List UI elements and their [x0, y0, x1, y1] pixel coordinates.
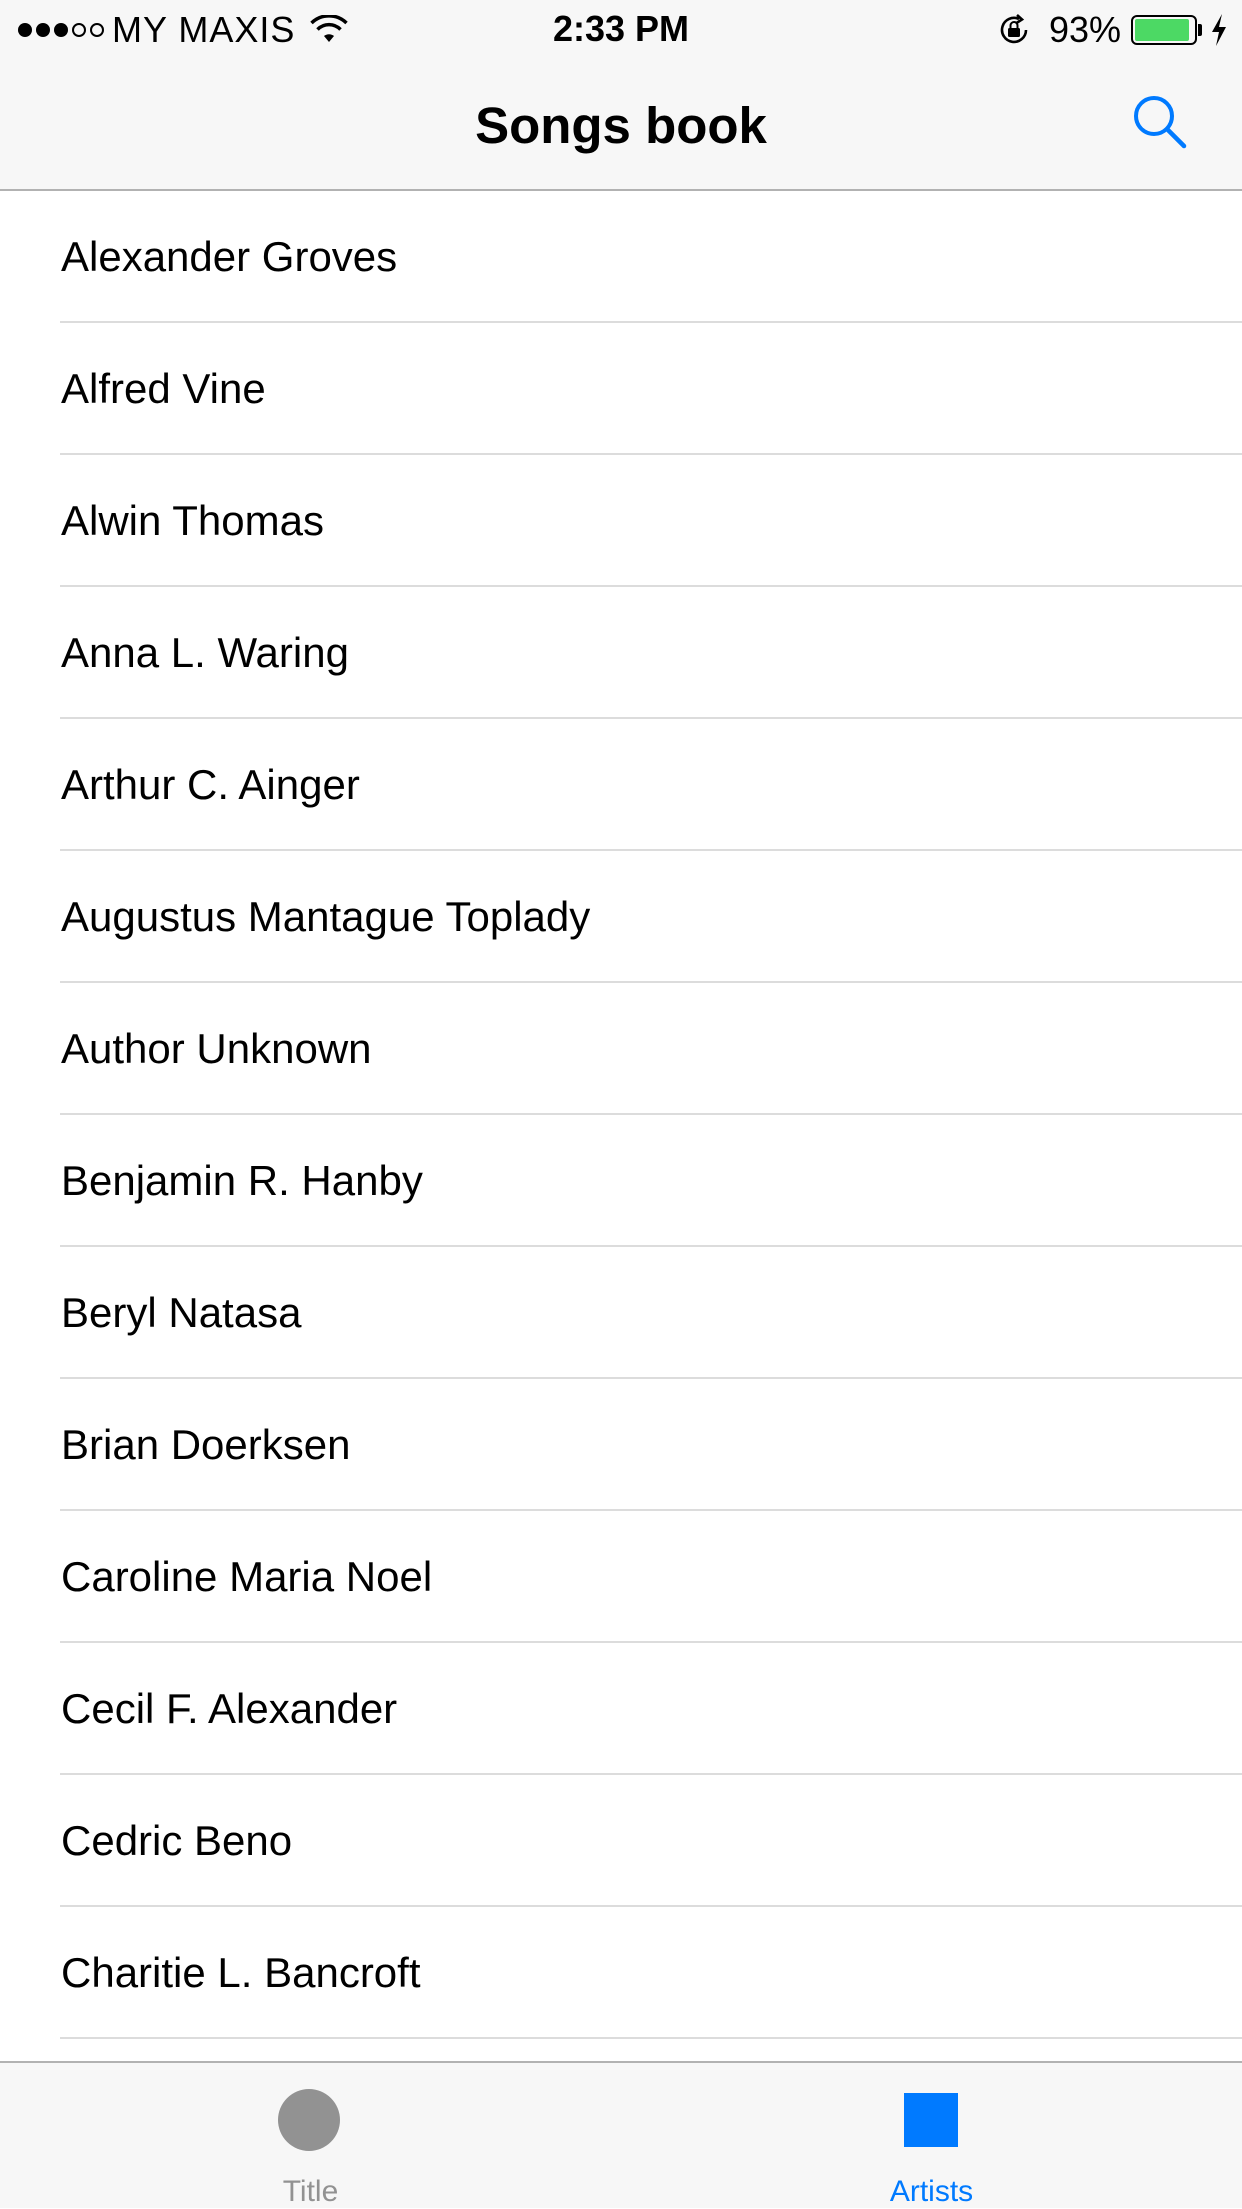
list-item[interactable]: Anna L. Waring: [0, 587, 1242, 719]
charging-bolt-icon: [1212, 14, 1226, 46]
list-item[interactable]: Caroline Maria Noel: [0, 1511, 1242, 1643]
artist-name: Brian Doerksen: [61, 1421, 351, 1468]
artist-name: Caroline Maria Noel: [61, 1553, 433, 1600]
status-bar: MY MAXIS 2:33 PM 93%: [0, 0, 1242, 60]
rotation-lock-icon: [1000, 14, 1028, 44]
navigation-bar: Songs book: [0, 60, 1242, 191]
artist-name: Augustus Mantague Toplady: [61, 893, 591, 940]
list-item[interactable]: Author Unknown: [0, 983, 1242, 1115]
tab-label: Artists: [889, 2175, 974, 2208]
battery-tip: [1198, 24, 1202, 36]
battery-icon: [1131, 15, 1197, 45]
list-item[interactable]: Cecil F. Alexander: [0, 1643, 1242, 1775]
square-icon: [904, 2093, 958, 2147]
artist-name: Alfred Vine: [61, 365, 266, 412]
status-right: 93%: [997, 9, 1228, 50]
battery-percent: 93%: [1048, 9, 1121, 50]
artist-name: Anna L. Waring: [61, 629, 349, 676]
tab-artists[interactable]: Artists: [621, 2063, 1242, 2208]
artist-name: Cecil F. Alexander: [61, 1685, 398, 1732]
list-item[interactable]: Cedric Beno: [0, 1775, 1242, 1907]
search-icon[interactable]: [1128, 90, 1192, 154]
list-item[interactable]: Brian Doerksen: [0, 1379, 1242, 1511]
artist-name: Benjamin R. Hanby: [61, 1157, 423, 1204]
artist-name: Charitie L. Bancroft: [61, 1949, 421, 1996]
artist-list: Alexander Groves Alfred Vine Alwin Thoma…: [0, 191, 1242, 2039]
list-item[interactable]: Alwin Thomas: [0, 455, 1242, 587]
list-item[interactable]: Beryl Natasa: [0, 1247, 1242, 1379]
tab-label: Title: [282, 2175, 339, 2208]
battery-level-fill: [1135, 19, 1189, 41]
list-item[interactable]: Benjamin R. Hanby: [0, 1115, 1242, 1247]
tab-title[interactable]: Title: [0, 2063, 621, 2208]
tab-bar: Title Artists: [0, 2061, 1242, 2208]
circle-icon: [278, 2089, 340, 2151]
list-item[interactable]: Augustus Mantague Toplady: [0, 851, 1242, 983]
page-title: Songs book: [475, 97, 767, 154]
list-item[interactable]: Arthur C. Ainger: [0, 719, 1242, 851]
artist-name: Author Unknown: [61, 1025, 372, 1072]
list-item[interactable]: Alexander Groves: [0, 191, 1242, 323]
list-item[interactable]: Alfred Vine: [0, 323, 1242, 455]
artist-name: Beryl Natasa: [61, 1289, 302, 1336]
artist-name: Cedric Beno: [61, 1817, 293, 1864]
artist-name: Alwin Thomas: [61, 497, 324, 544]
list-item[interactable]: Charitie L. Bancroft: [0, 1907, 1242, 2039]
artist-name: Arthur C. Ainger: [61, 761, 360, 808]
artist-name: Alexander Groves: [61, 233, 398, 280]
